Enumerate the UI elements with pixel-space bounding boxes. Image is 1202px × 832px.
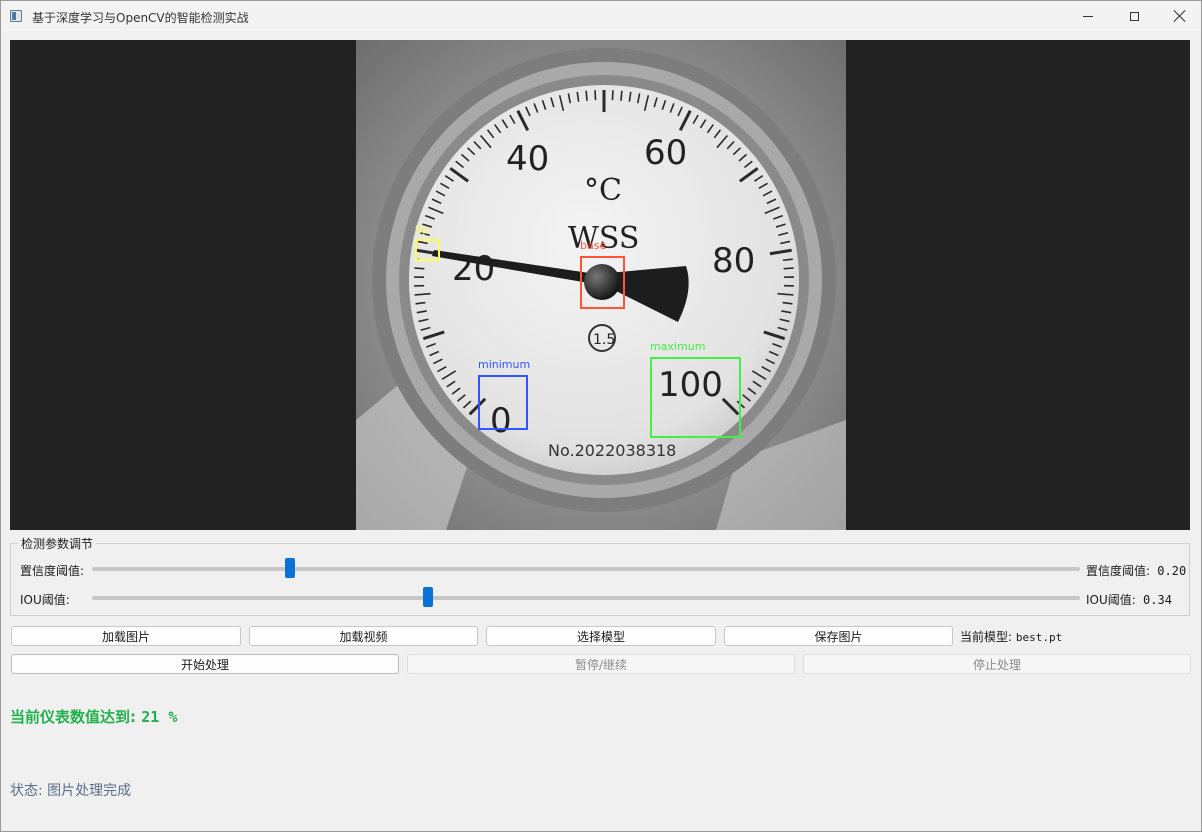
status-bar: 状态: 图片处理完成: [10, 780, 131, 800]
select-model-button[interactable]: 选择模型: [486, 626, 716, 646]
detection-label-tip: tip: [415, 223, 430, 236]
confidence-slider-handle[interactable]: [284, 558, 295, 578]
close-button[interactable]: [1157, 1, 1202, 31]
gauge-tick: [620, 90, 623, 101]
detection-box-tip: [415, 239, 440, 261]
detection-box-maximum: [650, 357, 741, 438]
load-video-button[interactable]: 加载视频: [249, 626, 478, 646]
gauge-photo: 0 20 40 60 80 100 °C WSS 1.5 No.20220383…: [356, 40, 846, 530]
detection-label-base: base: [580, 239, 607, 252]
pause-resume-button[interactable]: 暂停/继续: [407, 654, 795, 674]
detection-box-minimum: [478, 375, 528, 430]
gauge-reading-label: 当前仪表数值达到:: [10, 708, 136, 726]
gauge-serial: No.2022038318: [548, 441, 676, 460]
stop-processing-button[interactable]: 停止处理: [803, 654, 1191, 674]
confidence-label: 置信度阈值:: [20, 564, 85, 578]
load-image-button[interactable]: 加载图片: [11, 626, 241, 646]
iou-label: IOU阈值:: [20, 593, 70, 607]
app-icon: [10, 10, 22, 22]
current-model-name: best.pt: [1015, 631, 1063, 644]
confidence-slider-track[interactable]: [92, 567, 1080, 571]
gauge-class-mark: 1.5: [593, 332, 615, 348]
gauge-tick: [585, 90, 588, 101]
scale-80: 80: [712, 241, 755, 281]
save-image-button[interactable]: 保存图片: [724, 626, 953, 646]
status-label: 状态:: [10, 783, 43, 799]
iou-slider-handle[interactable]: [422, 587, 433, 607]
minimize-button[interactable]: [1065, 1, 1111, 31]
maximize-button[interactable]: [1111, 1, 1157, 31]
close-icon: [1174, 10, 1186, 22]
iou-value: 0.34: [1143, 593, 1172, 607]
iou-value-readout: IOU阈值: 0.34: [1086, 591, 1172, 608]
minimize-icon: [1083, 15, 1093, 17]
maximize-icon: [1129, 11, 1139, 21]
image-display: 0 20 40 60 80 100 °C WSS 1.5 No.20220383…: [10, 40, 1190, 530]
gauge-reading-value: 21 %: [141, 708, 178, 726]
status-text: 图片处理完成: [47, 783, 132, 799]
params-groupbox: [10, 543, 1190, 616]
title-bar[interactable]: 基于深度学习与OpenCV的智能检测实战: [1, 1, 1201, 31]
gauge-unit: °C: [584, 173, 622, 208]
gauge-tick: [782, 258, 793, 262]
start-processing-button[interactable]: 开始处理: [11, 654, 399, 674]
window-title: 基于深度学习与OpenCV的智能检测实战: [32, 11, 249, 25]
current-model-info: 当前模型: best.pt: [960, 628, 1062, 645]
gauge-reading-result: 当前仪表数值达到: 21 %: [10, 706, 177, 727]
iou-slider-track[interactable]: [92, 596, 1080, 600]
detection-label-maximum: maximum: [650, 340, 706, 353]
current-model-label: 当前模型:: [960, 630, 1013, 644]
confidence-value-label: 置信度阈值:: [1086, 564, 1151, 578]
gauge-tick: [783, 267, 794, 270]
detection-box-base: [580, 256, 625, 309]
gauge-tick: [414, 267, 425, 270]
iou-value-label: IOU阈值:: [1086, 593, 1136, 607]
detection-label-minimum: minimum: [478, 358, 531, 371]
confidence-value-readout: 置信度阈值: 0.20: [1086, 562, 1186, 579]
confidence-value: 0.20: [1157, 564, 1187, 578]
scale-40: 40: [506, 139, 549, 179]
params-group-title: 检测参数调节: [18, 535, 97, 552]
scale-60: 60: [644, 133, 687, 173]
